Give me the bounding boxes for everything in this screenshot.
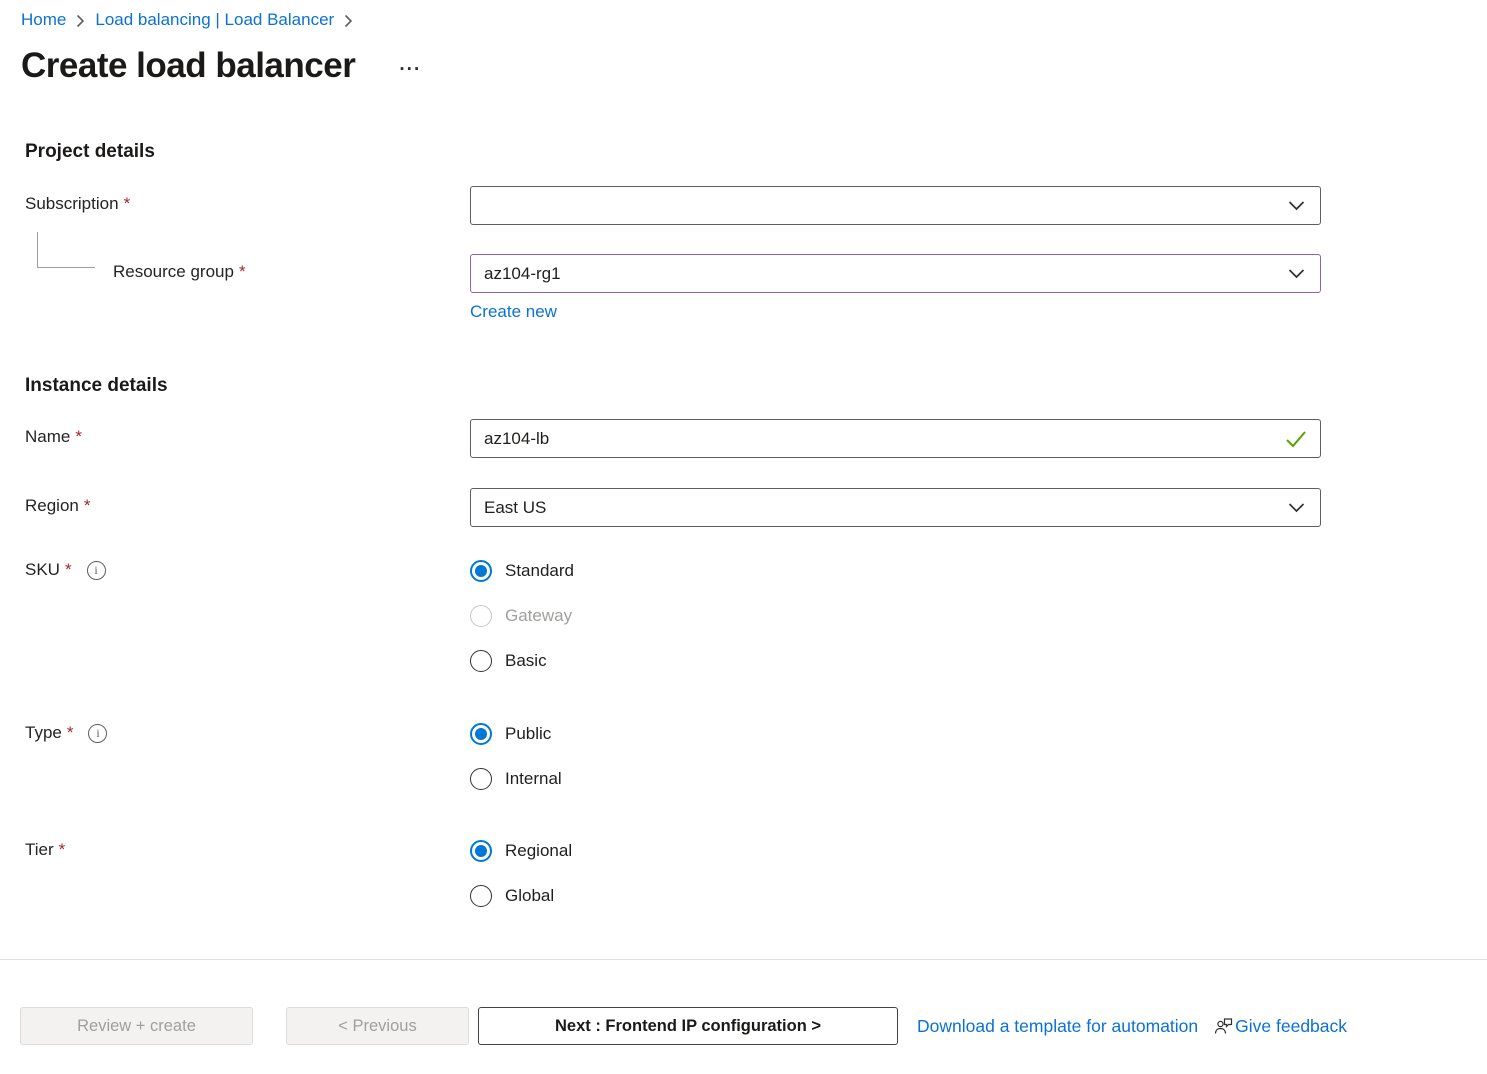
- type-row: Type * i Public Internal: [25, 720, 1487, 793]
- tier-radio-group: Regional Global: [470, 837, 1321, 910]
- give-feedback-link[interactable]: Give feedback: [1235, 1016, 1347, 1037]
- sku-option-standard[interactable]: Standard: [470, 557, 1321, 585]
- required-asterisk: *: [59, 840, 66, 860]
- sku-option-basic-label: Basic: [505, 651, 547, 671]
- review-create-button[interactable]: Review + create: [20, 1007, 253, 1045]
- region-value: East US: [484, 498, 546, 518]
- type-label: Type * i: [25, 720, 470, 743]
- sku-option-standard-label: Standard: [505, 561, 574, 581]
- instance-details-heading: Instance details: [25, 374, 1487, 398]
- chevron-down-icon: [1288, 200, 1305, 211]
- next-frontend-ip-button[interactable]: Next : Frontend IP configuration >: [478, 1007, 898, 1045]
- tier-option-global[interactable]: Global: [470, 882, 1321, 910]
- subscription-label-text: Subscription: [25, 194, 119, 214]
- create-new-link[interactable]: Create new: [470, 302, 557, 322]
- resource-group-dropdown[interactable]: az104-rg1: [470, 254, 1321, 293]
- more-options-icon[interactable]: ···: [399, 59, 421, 81]
- project-details-section: Subscription * Resource group *: [25, 186, 1487, 322]
- chevron-down-icon: [1288, 268, 1305, 279]
- required-asterisk: *: [75, 427, 82, 447]
- name-input-wrap: [470, 419, 1321, 458]
- sku-label-text: SKU: [25, 560, 60, 580]
- tier-row: Tier * Regional Global: [25, 837, 1487, 910]
- page-header: Create load balancer ···: [21, 42, 1487, 90]
- chevron-right-icon: [344, 14, 353, 28]
- radio-unselected-icon: [470, 650, 492, 672]
- info-icon[interactable]: i: [88, 724, 107, 743]
- required-asterisk: *: [239, 262, 246, 282]
- subscription-dropdown[interactable]: [470, 186, 1321, 225]
- form-content: Project details Subscription *: [0, 140, 1487, 910]
- resource-group-label-text: Resource group: [113, 262, 234, 282]
- chevron-right-icon: [76, 14, 85, 28]
- region-row: Region * East US: [25, 488, 1487, 527]
- name-input[interactable]: [484, 429, 1280, 449]
- valid-check-icon: [1285, 430, 1307, 447]
- previous-button[interactable]: < Previous: [286, 1007, 469, 1045]
- hierarchy-connector-line: [37, 232, 95, 268]
- radio-selected-icon: [470, 560, 492, 582]
- radio-selected-icon: [470, 840, 492, 862]
- sku-row: SKU * i Standard Gateway Basic: [25, 557, 1487, 675]
- type-option-public[interactable]: Public: [470, 720, 1321, 748]
- type-option-internal[interactable]: Internal: [470, 765, 1321, 793]
- type-label-text: Type: [25, 723, 62, 743]
- name-row: Name *: [25, 419, 1487, 458]
- breadcrumb-load-balancing-link[interactable]: Load balancing | Load Balancer: [95, 10, 334, 30]
- tier-label: Tier *: [25, 837, 470, 860]
- feedback-icon: [1214, 1017, 1233, 1036]
- tier-label-text: Tier: [25, 840, 54, 860]
- radio-disabled-icon: [470, 605, 492, 627]
- sku-radio-group: Standard Gateway Basic: [470, 557, 1321, 675]
- project-details-heading: Project details: [25, 140, 1487, 164]
- tier-option-regional-label: Regional: [505, 841, 572, 861]
- chevron-down-icon: [1288, 502, 1305, 513]
- page-title: Create load balancer: [21, 42, 355, 90]
- resource-group-value: az104-rg1: [484, 264, 561, 284]
- resource-group-row: Resource group * az104-rg1 Create new: [25, 254, 1487, 322]
- required-asterisk: *: [65, 560, 72, 580]
- info-icon[interactable]: i: [87, 561, 106, 580]
- type-radio-group: Public Internal: [470, 720, 1321, 793]
- type-option-public-label: Public: [505, 724, 551, 744]
- subscription-row: Subscription *: [25, 186, 1487, 225]
- tier-option-global-label: Global: [505, 886, 554, 906]
- give-feedback-wrap[interactable]: Give feedback: [1214, 1016, 1347, 1037]
- footer-divider: [0, 959, 1487, 960]
- name-label: Name *: [25, 419, 470, 447]
- breadcrumb-home-link[interactable]: Home: [21, 10, 66, 30]
- tier-option-regional[interactable]: Regional: [470, 837, 1321, 865]
- required-asterisk: *: [84, 496, 91, 516]
- region-label-text: Region: [25, 496, 79, 516]
- sku-option-gateway-label: Gateway: [505, 606, 572, 626]
- footer-action-bar: Review + create < Previous Next : Fronte…: [0, 968, 1487, 1045]
- region-label: Region *: [25, 488, 470, 516]
- create-load-balancer-page: Home Load balancing | Load Balancer Crea…: [0, 0, 1487, 1074]
- sku-option-basic[interactable]: Basic: [470, 647, 1321, 675]
- region-dropdown[interactable]: East US: [470, 488, 1321, 527]
- required-asterisk: *: [124, 194, 131, 214]
- type-option-internal-label: Internal: [505, 769, 562, 789]
- name-label-text: Name: [25, 427, 70, 447]
- radio-unselected-icon: [470, 885, 492, 907]
- breadcrumb: Home Load balancing | Load Balancer: [0, 0, 1487, 30]
- radio-selected-icon: [470, 723, 492, 745]
- subscription-label: Subscription *: [25, 186, 470, 214]
- sku-label: SKU * i: [25, 557, 470, 580]
- radio-unselected-icon: [470, 768, 492, 790]
- download-template-link[interactable]: Download a template for automation: [917, 1016, 1198, 1037]
- sku-option-gateway: Gateway: [470, 602, 1321, 630]
- required-asterisk: *: [67, 723, 74, 743]
